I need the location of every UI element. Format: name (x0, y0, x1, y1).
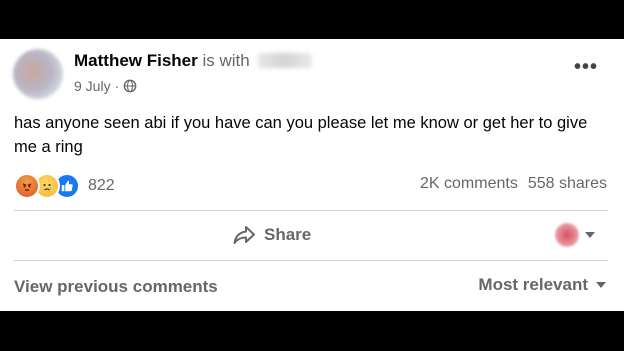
angry-reaction-icon (14, 173, 40, 199)
post-meta: 9 July · (74, 78, 137, 94)
with-text: is with (202, 51, 250, 70)
share-button[interactable]: Share (232, 224, 311, 246)
redacted-tagged-name (258, 53, 313, 68)
post-text: has anyone seen abi if you have can you … (14, 114, 588, 156)
reactions-summary[interactable]: 822 (14, 173, 115, 199)
view-previous-comments-link[interactable]: View previous comments (14, 277, 218, 297)
chevron-down-icon (585, 232, 595, 238)
post-date[interactable]: 9 July (74, 78, 111, 94)
author-name[interactable]: Matthew Fisher (74, 51, 198, 70)
react-as-selector[interactable] (555, 223, 595, 247)
profile-avatar (555, 223, 579, 247)
share-label: Share (264, 225, 312, 244)
sort-label: Most relevant (478, 275, 588, 294)
more-options-button[interactable]: ••• (574, 57, 598, 77)
chevron-down-icon (596, 282, 606, 288)
shares-count-link[interactable]: 558 shares (528, 175, 607, 193)
globe-icon (123, 79, 137, 93)
author-avatar[interactable] (13, 49, 63, 99)
meta-separator: · (114, 78, 120, 94)
post-header: Matthew Fisher is with (74, 51, 313, 71)
divider-bottom (14, 260, 608, 261)
post-card: Matthew Fisher is with 9 July · ••• has … (0, 39, 624, 311)
comment-sort-dropdown[interactable]: Most relevant (478, 275, 606, 295)
divider-top (14, 210, 608, 211)
comments-count-link[interactable]: 2K comments (420, 175, 518, 193)
reaction-count: 822 (88, 177, 115, 194)
share-arrow-icon (233, 226, 255, 244)
engagement-stats: 2K comments 558 shares (420, 175, 607, 193)
